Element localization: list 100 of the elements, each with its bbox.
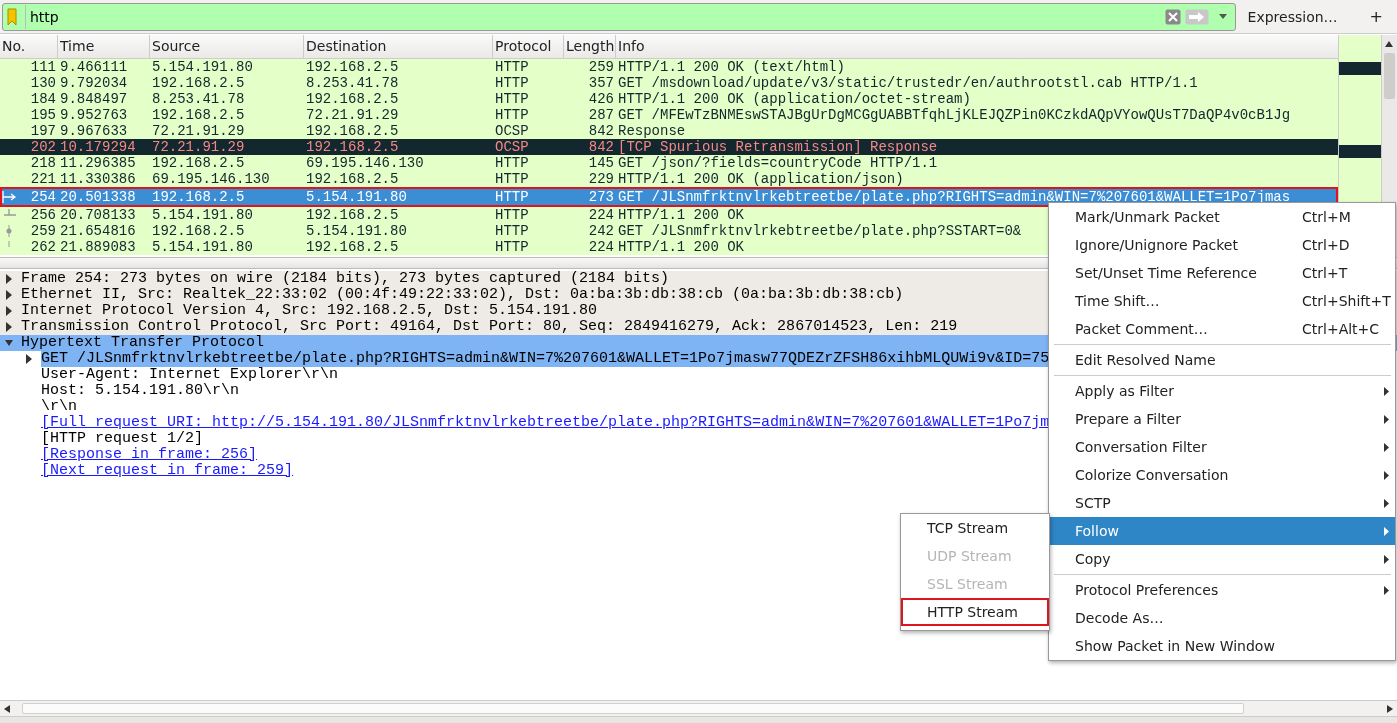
menu-item[interactable]: Decode As… (1049, 604, 1395, 632)
packet-row[interactable]: 130 9.792034 192.168.2.5 8.253.41.78 HTTP 357 GET /msdownload/update/v3/static/trustedr/en/authrootstl.cab HTTP/1.1 (0, 75, 1339, 91)
table-cell-text: HTTP/1.1 200 OK (617, 241, 746, 253)
table-cell-text: HTTP (494, 61, 530, 73)
column-header[interactable]: Time (58, 35, 150, 58)
menu-item[interactable]: Packet Comment… Ctrl+Alt+C (1049, 315, 1395, 343)
menu-item[interactable]: Conversation Filter (1049, 433, 1395, 461)
menu-item[interactable]: Time Shift… Ctrl+Shift+T (1049, 287, 1395, 315)
menu-item[interactable]: Apply as Filter (1049, 377, 1395, 405)
packet-row[interactable]: 202 10.179294 72.21.91.29 192.168.2.5 OCSP 842 [TCP Spurious Retransmission] Response (0, 139, 1339, 155)
packet-row[interactable]: 111 9.466111 5.154.191.80 192.168.2.5 HTTP 259 HTTP/1.1 200 OK (text/html) (0, 59, 1339, 75)
table-cell-text: 426 (587, 93, 615, 105)
table-cell-text: 224 (587, 241, 615, 253)
table-cell-text: 218 (29, 157, 57, 169)
table-cell-text: GET /JLSnmfrktnvlrkebtreetbe/plate.php?SSTART=0& (617, 225, 1023, 237)
column-header[interactable]: Destination (304, 35, 493, 58)
table-cell-text: 224 (587, 209, 615, 221)
bookmark-icon[interactable] (7, 7, 17, 26)
table-cell-text: OCSP (494, 125, 530, 137)
table-cell-text: GET /json/?fields=countryCode HTTP/1.1 (617, 157, 939, 169)
tree-link[interactable]: [Next request in frame: 259] (0, 463, 294, 479)
horizontal-scrollbar[interactable] (0, 700, 1397, 716)
dropdown-caret-icon[interactable] (1218, 14, 1227, 19)
table-cell-text: HTTP (494, 77, 530, 89)
tree-item[interactable]: Host: 5.154.191.80\r\n (0, 383, 240, 399)
scrollbar-thumb[interactable] (1384, 53, 1395, 99)
menu-item[interactable]: Prepare a Filter (1049, 405, 1395, 433)
column-header[interactable]: Length (564, 35, 616, 58)
table-cell-text: 192.168.2.5 (305, 241, 400, 253)
request-marker-icon (2, 191, 16, 203)
menu-item[interactable]: Set/Unset Time Reference Ctrl+T (1049, 259, 1395, 287)
packet-row[interactable]: 221 11.330386 69.195.146.130 192.168.2.5 HTTP 229 HTTP/1.1 200 OK (application/json) (0, 171, 1339, 187)
column-header[interactable]: No. (0, 35, 58, 58)
table-cell-text: 229 (587, 173, 615, 185)
table-cell-text: 184 (29, 93, 57, 105)
tree-item[interactable]: [HTTP request 1/2] (0, 431, 204, 447)
table-cell-text: 254 (29, 189, 57, 205)
menu-item[interactable]: Show Packet in New Window (1049, 632, 1395, 660)
table-cell-text: 21.889083 (59, 241, 137, 253)
table-cell-text: 192.168.2.5 (305, 173, 400, 185)
table-cell-text: 11.296385 (59, 157, 137, 169)
scroll-left-arrow-icon[interactable] (4, 704, 10, 713)
menu-item[interactable]: TCP Stream (901, 514, 1049, 542)
table-cell-text: 69.195.146.130 (151, 173, 271, 185)
table-cell-text: 69.195.146.130 (305, 157, 425, 169)
table-cell-text: 192.168.2.5 (305, 141, 400, 153)
column-header[interactable]: Protocol (493, 35, 564, 58)
table-cell-text: 192.168.2.5 (151, 225, 246, 237)
table-cell-text: HTTP/1.1 200 OK (application/json) (617, 173, 905, 185)
table-cell-text: GET /JLSnmfrktnvlrkebtreetbe/plate.php?RIGHTS=admin&WIN=7%207601&WALLET=1Po7jmas (617, 189, 1292, 205)
table-cell-text: 273 (587, 189, 615, 205)
expression-button[interactable]: Expression… (1241, 4, 1344, 29)
menu-item[interactable]: Protocol Preferences (1049, 576, 1395, 604)
table-cell-text: 72.21.91.29 (151, 125, 246, 137)
display-filter-field[interactable]: http (2, 2, 1236, 31)
table-cell-text: 842 (587, 125, 615, 137)
table-cell-text: 192.168.2.5 (151, 77, 246, 89)
add-filter-button[interactable]: + (1363, 3, 1389, 30)
packet-row[interactable]: 197 9.967633 72.21.91.29 192.168.2.5 OCSP 842 Response (0, 123, 1339, 139)
menu-item[interactable]: Follow (1049, 517, 1395, 545)
table-cell-text: 259 (587, 61, 615, 73)
collapsed-arrow-icon[interactable] (25, 354, 33, 364)
scroll-up-arrow-icon[interactable] (1385, 41, 1393, 47)
table-cell-text: 9.952763 (59, 109, 129, 121)
tree-item[interactable]: User-Agent: Internet Explorer\r\n (0, 367, 339, 383)
menu-item[interactable]: Colorize Conversation (1049, 461, 1395, 489)
clear-icon[interactable] (1164, 8, 1181, 25)
table-cell-text: 192.168.2.5 (305, 125, 400, 137)
table-cell-text: HTTP (494, 189, 530, 205)
table-cell-text: 256 (29, 209, 57, 221)
table-cell-text: HTTP (494, 109, 530, 121)
table-cell-text: 202 (29, 141, 57, 153)
expanded-arrow-icon[interactable] (5, 338, 13, 348)
table-cell-text: 5.154.191.80 (305, 225, 408, 237)
tree-item[interactable]: \r\n (0, 399, 77, 415)
table-cell-text: 221 (29, 173, 57, 185)
table-cell-text: 197 (29, 125, 57, 137)
menu-item[interactable]: Copy (1049, 545, 1395, 573)
column-header[interactable]: Info (616, 35, 1339, 58)
table-cell-text: 9.466111 (59, 61, 129, 73)
packet-row[interactable]: 184 9.848497 8.253.41.78 192.168.2.5 HTTP 426 HTTP/1.1 200 OK (application/octet-stream) (0, 91, 1339, 107)
tree-item[interactable]: Transmission Control Protocol, Src Port: 49164, Dst Port: 80, Seq: 2849416279, Ack: 2867014523, Len: 219 (0, 319, 958, 335)
menu-item[interactable]: Edit Resolved Name (1049, 346, 1395, 374)
column-header[interactable]: Source (150, 35, 304, 58)
packet-row[interactable]: 195 9.952763 192.168.2.5 72.21.91.29 HTTP 287 GET /MFEwTzBNMEswSTAJBgUrDgMCGgUABBTfqhLjKLEJQZPin0KCzkdAQpVYowQUsT7DaQP4v0cB1Jg (0, 107, 1339, 123)
scroll-right-arrow-icon[interactable] (1387, 704, 1393, 713)
table-cell-text: 20.501338 (59, 189, 137, 205)
tree-item[interactable]: Hypertext Transfer Protocol (0, 335, 265, 351)
table-cell-text: 11.330386 (59, 173, 137, 185)
menu-item[interactable]: HTTP Stream (901, 598, 1049, 626)
table-cell-text: GET /msdownload/update/v3/static/trustedr/en/authrootstl.cab HTTP/1.1 (617, 77, 1199, 89)
menu-item[interactable]: SCTP (1049, 489, 1395, 517)
packet-row[interactable]: 218 11.296385 192.168.2.5 69.195.146.130 HTTP 145 GET /json/?fields=countryCode HTTP/1.1 (0, 155, 1339, 171)
table-cell-text: 111 (29, 61, 57, 73)
table-cell-text: 9.792034 (59, 77, 129, 89)
filter-input[interactable]: http (25, 4, 1161, 29)
tree-link[interactable]: [Response in frame: 256] (0, 447, 258, 463)
table-cell-text: 8.253.41.78 (151, 93, 246, 105)
table-cell-text: 9.967633 (59, 125, 129, 137)
tree-link[interactable]: [Full request URI: http://5.154.191.80/JLSnmfrktnvlrkebtreetbe/plate.php?RIGHTS=admin&WIN=7%207601&WALLET=1Po7jm (0, 415, 1050, 431)
